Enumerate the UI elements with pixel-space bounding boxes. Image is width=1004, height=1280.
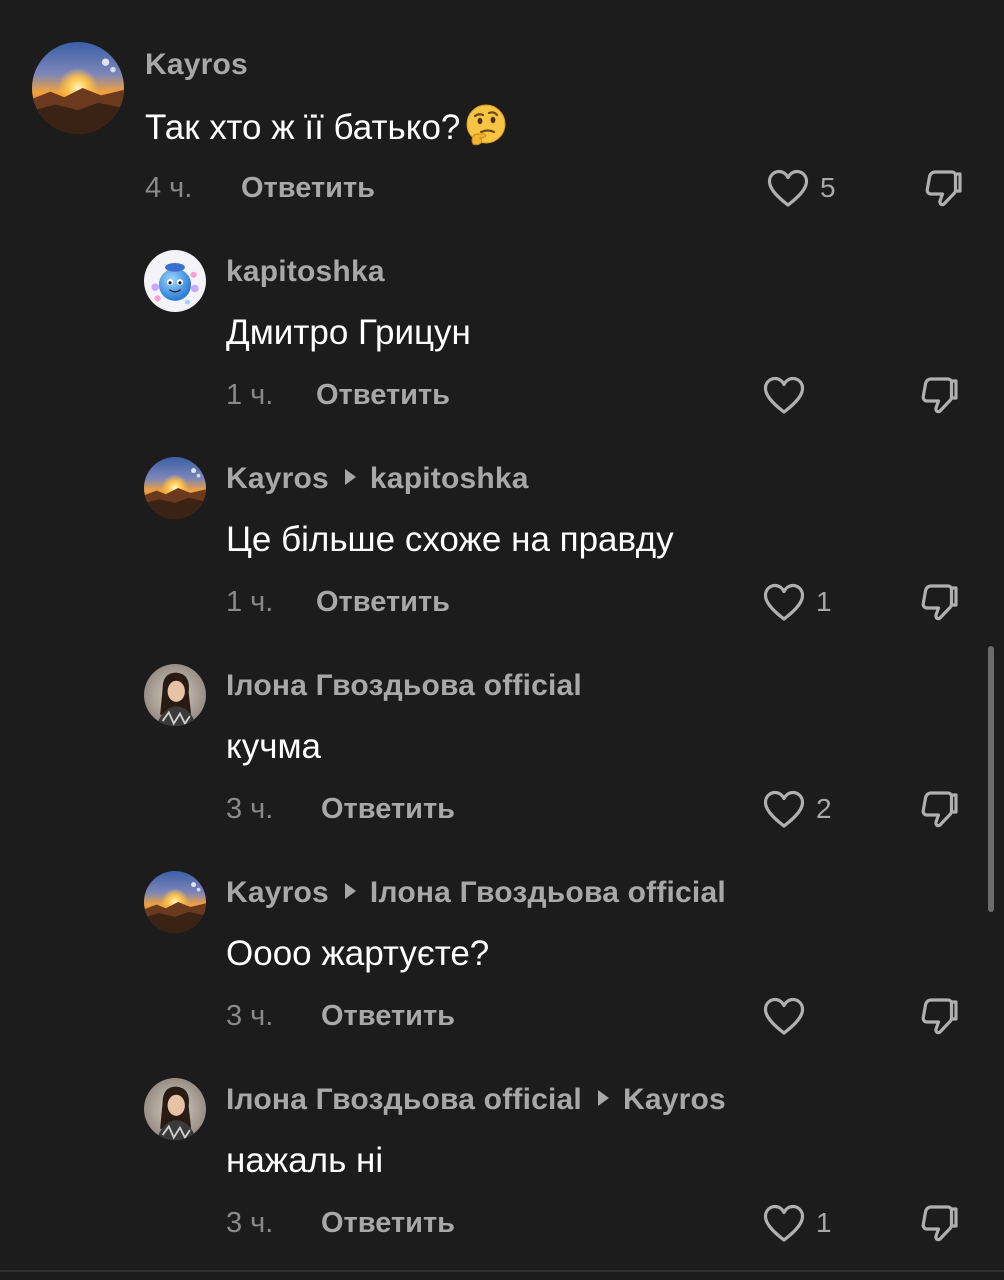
comment-time: 1 ч. — [226, 586, 274, 618]
heart-icon — [762, 375, 806, 415]
avatar[interactable] — [144, 664, 206, 726]
cartoon-avatar-image — [144, 250, 206, 312]
comment-author[interactable]: Ілона Гвоздьова official Kayros — [226, 1083, 726, 1117]
like-button[interactable]: 1 — [762, 579, 832, 625]
author-name[interactable]: Kayros — [226, 462, 329, 495]
like-button[interactable]: 5 — [766, 165, 836, 211]
heart-icon — [762, 1203, 806, 1243]
comment-time: 3 ч. — [226, 1207, 274, 1239]
like-button[interactable] — [762, 372, 816, 418]
like-count: 1 — [816, 1207, 832, 1238]
like-count: 2 — [816, 793, 832, 824]
reply-to-name[interactable]: Ілона Гвоздьова official — [370, 876, 726, 909]
avatar[interactable] — [32, 42, 124, 134]
dislike-button[interactable] — [916, 787, 960, 831]
reply-arrow-icon — [344, 469, 356, 485]
author-name[interactable]: Kayros — [145, 48, 248, 81]
comment-text: Оооо жартуєте? — [226, 934, 490, 973]
comment-time: 3 ч. — [226, 793, 274, 825]
dislike-button[interactable] — [916, 994, 960, 1038]
avatar[interactable] — [144, 1078, 206, 1140]
reply-to-name[interactable]: Kayros — [623, 1083, 726, 1116]
thumbs-down-icon — [920, 166, 964, 210]
comment-text: нажаль ні — [226, 1141, 384, 1180]
author-name[interactable]: kapitoshka — [226, 255, 385, 288]
comment-time: 4 ч. — [145, 172, 193, 204]
avatar[interactable] — [144, 457, 206, 519]
heart-icon — [766, 168, 810, 208]
heart-icon — [762, 789, 806, 829]
heart-icon — [762, 582, 806, 622]
author-name[interactable]: Ілона Гвоздьова official — [226, 669, 582, 702]
like-count: 5 — [820, 172, 836, 203]
comment-author[interactable]: Kayros kapitoshka — [226, 462, 529, 496]
thumbs-down-icon — [916, 787, 960, 831]
sunset-avatar-image — [144, 871, 206, 933]
reply-button[interactable]: Ответить — [321, 1207, 455, 1240]
dislike-button[interactable] — [920, 166, 964, 210]
thinking-face-emoji — [464, 103, 508, 147]
avatar[interactable] — [144, 250, 206, 312]
reply-to-name[interactable]: kapitoshka — [370, 462, 529, 495]
thumbs-down-icon — [916, 1201, 960, 1245]
sunset-avatar-image — [32, 42, 124, 134]
thumbs-down-icon — [916, 580, 960, 624]
comment-author[interactable]: Ілона Гвоздьова official — [226, 669, 582, 703]
thumbs-down-icon — [916, 994, 960, 1038]
avatar[interactable] — [144, 871, 206, 933]
comment-author[interactable]: Kayros — [145, 48, 248, 82]
like-button[interactable]: 2 — [762, 786, 832, 832]
comment-text: кучма — [226, 727, 321, 766]
portrait-avatar-image — [144, 1078, 206, 1140]
scrollbar[interactable] — [988, 646, 994, 912]
comment-time: 1 ч. — [226, 379, 274, 411]
comment-text: Так хто ж її батько? — [145, 103, 508, 148]
divider — [0, 1270, 1004, 1272]
author-name[interactable]: Ілона Гвоздьова official — [226, 1083, 582, 1116]
like-button[interactable] — [762, 993, 816, 1039]
dislike-button[interactable] — [916, 1201, 960, 1245]
comment-text: Дмитро Грицун — [226, 313, 471, 352]
dislike-button[interactable] — [916, 373, 960, 417]
reply-arrow-icon — [597, 1090, 609, 1106]
heart-icon — [762, 996, 806, 1036]
dislike-button[interactable] — [916, 580, 960, 624]
portrait-avatar-image — [144, 664, 206, 726]
author-name[interactable]: Kayros — [226, 876, 329, 909]
reply-button[interactable]: Ответить — [241, 172, 375, 205]
reply-button[interactable]: Ответить — [321, 1000, 455, 1033]
reply-button[interactable]: Ответить — [316, 379, 450, 412]
comment-time: 3 ч. — [226, 1000, 274, 1032]
sunset-avatar-image — [144, 457, 206, 519]
like-count: 1 — [816, 586, 832, 617]
thumbs-down-icon — [916, 373, 960, 417]
comment-text: Це більше схоже на правду — [226, 520, 674, 559]
comments-panel: Kayros Так хто ж її батько? 4 ч. Ответит… — [0, 0, 1004, 1280]
reply-arrow-icon — [344, 883, 356, 899]
comment-author[interactable]: kapitoshka — [226, 255, 385, 289]
reply-button[interactable]: Ответить — [316, 586, 450, 619]
reply-button[interactable]: Ответить — [321, 793, 455, 826]
like-button[interactable]: 1 — [762, 1200, 832, 1246]
comment-author[interactable]: Kayros Ілона Гвоздьова official — [226, 876, 726, 910]
